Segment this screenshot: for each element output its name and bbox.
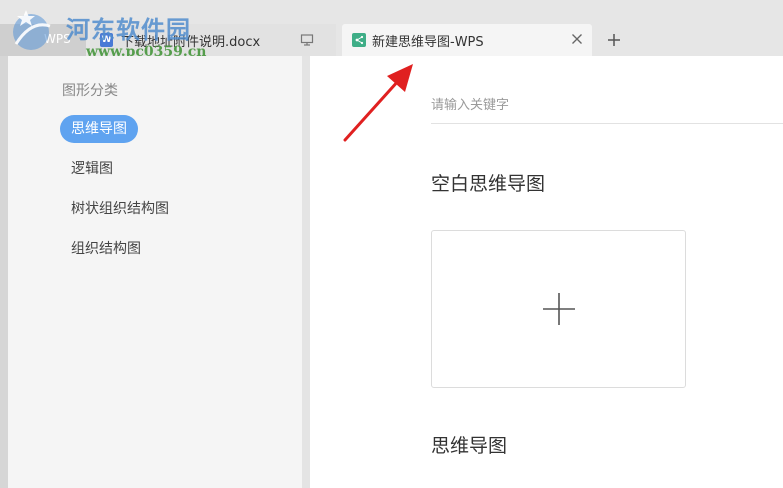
plus-icon xyxy=(608,34,620,46)
monitor-icon[interactable] xyxy=(300,33,314,47)
search-input[interactable] xyxy=(431,88,783,124)
section-title-blank-mindmap: 空白思维导图 xyxy=(431,173,546,195)
sidebar-item-logic-chart[interactable]: 逻辑图 xyxy=(60,155,124,183)
category-sidebar: 图形分类 思维导图 逻辑图 树状组织结构图 组织结构图 xyxy=(0,56,302,488)
sidebar-edge xyxy=(0,56,8,488)
tab-new-mindmap-label: 新建思维导图-WPS xyxy=(372,34,484,50)
panel-divider xyxy=(302,56,310,488)
close-icon[interactable] xyxy=(570,32,584,46)
plus-icon xyxy=(542,293,575,325)
tab-bar: WPS W 下载地址附件说明.docx 新建思维导图-WPS 河东软件园 www… xyxy=(0,0,783,60)
watermark-logo-icon xyxy=(13,10,51,50)
section-title-mindmap: 思维导图 xyxy=(431,435,508,457)
sidebar-item-tree-org-chart[interactable]: 树状组织结构图 xyxy=(60,195,180,223)
annotation-arrow-icon xyxy=(343,64,413,142)
blank-mindmap-card[interactable] xyxy=(431,230,686,388)
sidebar-item-mindmap[interactable]: 思维导图 xyxy=(60,115,138,143)
mindmap-icon xyxy=(352,33,366,47)
sidebar-title: 图形分类 xyxy=(62,83,118,99)
watermark-title: 河东软件园 xyxy=(66,15,191,44)
sidebar-item-org-chart[interactable]: 组织结构图 xyxy=(60,235,152,263)
new-tab-button[interactable] xyxy=(600,26,628,54)
